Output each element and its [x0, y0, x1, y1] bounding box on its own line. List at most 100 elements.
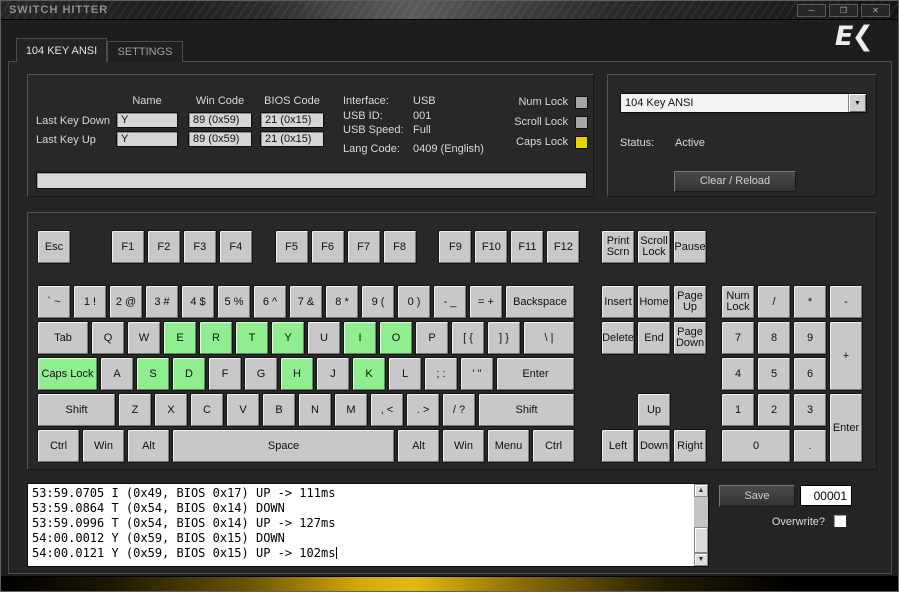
key-numpad-enter[interactable]: Enter — [829, 393, 863, 463]
key-a[interactable]: A — [100, 357, 134, 391]
key-numpad-7[interactable]: 7 — [721, 321, 755, 355]
key-insert[interactable]: Insert — [601, 285, 635, 319]
key-arrow-down[interactable]: Down — [637, 429, 671, 463]
key-numpad-1[interactable]: 1 — [721, 393, 755, 427]
key-j[interactable]: J — [316, 357, 350, 391]
key-n[interactable]: N — [298, 393, 332, 427]
key-f1[interactable]: F1 — [110, 230, 145, 264]
key-0[interactable]: 0 ) — [397, 285, 431, 319]
key-shift-right[interactable]: Shift — [478, 393, 575, 427]
key-9[interactable]: 9 ( — [361, 285, 395, 319]
key-esc[interactable]: Esc — [37, 230, 71, 264]
key-equals[interactable]: = + — [469, 285, 503, 319]
key-numpad-3[interactable]: 3 — [793, 393, 827, 427]
key-numpad-6[interactable]: 6 — [793, 357, 827, 391]
key-comma[interactable]: , < — [370, 393, 404, 427]
log-scrollbar[interactable]: ▲ ▼ — [694, 484, 708, 566]
key-h[interactable]: H — [280, 357, 314, 391]
key-alt-right[interactable]: Alt — [397, 429, 440, 463]
save-counter-input[interactable] — [800, 485, 852, 506]
layout-dropdown-button[interactable]: ▼ — [848, 94, 866, 112]
key-space[interactable]: Space — [172, 429, 395, 463]
save-button[interactable]: Save — [719, 485, 795, 507]
key-caps-lock[interactable]: Caps Lock — [37, 357, 98, 391]
clear-reload-button[interactable]: Clear / Reload — [674, 171, 796, 192]
key-arrow-up[interactable]: Up — [637, 393, 671, 427]
key-f12[interactable]: F12 — [546, 230, 581, 264]
key-numpad-9[interactable]: 9 — [793, 321, 827, 355]
key-ctrl-left[interactable]: Ctrl — [37, 429, 80, 463]
key-f9[interactable]: F9 — [438, 230, 473, 264]
key-minus[interactable]: - _ — [433, 285, 467, 319]
key-alt-left[interactable]: Alt — [127, 429, 170, 463]
key-r[interactable]: R — [199, 321, 233, 355]
scroll-up-button[interactable]: ▲ — [694, 484, 708, 497]
key-end[interactable]: End — [637, 321, 671, 355]
key-z[interactable]: Z — [118, 393, 152, 427]
key-f2[interactable]: F2 — [146, 230, 181, 264]
scroll-down-button[interactable]: ▼ — [694, 553, 708, 566]
key-shift-left[interactable]: Shift — [37, 393, 116, 427]
key-f3[interactable]: F3 — [182, 230, 217, 264]
key-b[interactable]: B — [262, 393, 296, 427]
key-7[interactable]: 7 & — [289, 285, 323, 319]
key-8[interactable]: 8 * — [325, 285, 359, 319]
key-quote[interactable]: ' " — [460, 357, 494, 391]
key-win-right[interactable]: Win — [442, 429, 485, 463]
typing-test-input[interactable] — [36, 172, 587, 189]
key-x[interactable]: X — [154, 393, 188, 427]
key-numpad-2[interactable]: 2 — [757, 393, 791, 427]
key-v[interactable]: V — [226, 393, 260, 427]
key-delete[interactable]: Delete — [601, 321, 635, 355]
key-ctrl-right[interactable]: Ctrl — [532, 429, 575, 463]
tab-settings[interactable]: SETTINGS — [107, 41, 183, 62]
key-arrow-left[interactable]: Left — [601, 429, 635, 463]
key-f8[interactable]: F8 — [382, 230, 417, 264]
key-numpad-numlock[interactable]: Num Lock — [721, 285, 755, 319]
key-5[interactable]: 5 % — [217, 285, 251, 319]
key-u[interactable]: U — [307, 321, 341, 355]
key-f6[interactable]: F6 — [310, 230, 345, 264]
key-f10[interactable]: F10 — [474, 230, 509, 264]
key-backslash[interactable]: \ | — [523, 321, 575, 355]
layout-dropdown[interactable]: 104 Key ANSI ▼ — [620, 93, 867, 113]
key-i[interactable]: I — [343, 321, 377, 355]
key-3[interactable]: 3 # — [145, 285, 179, 319]
titlebar[interactable]: SWITCH HITTER ─ ❐ ✕ — [1, 1, 898, 20]
key-o[interactable]: O — [379, 321, 413, 355]
key-q[interactable]: Q — [91, 321, 125, 355]
key-d[interactable]: D — [172, 357, 206, 391]
key-4[interactable]: 4 $ — [181, 285, 215, 319]
key-scroll-lock[interactable]: Scroll Lock — [637, 230, 671, 264]
key-g[interactable]: G — [244, 357, 278, 391]
key-numpad-4[interactable]: 4 — [721, 357, 755, 391]
key-home[interactable]: Home — [637, 285, 671, 319]
key-numpad-plus[interactable]: + — [829, 321, 863, 391]
key-c[interactable]: C — [190, 393, 224, 427]
tab-104-key-ansi[interactable]: 104 KEY ANSI — [16, 38, 107, 62]
key-f4[interactable]: F4 — [218, 230, 253, 264]
key-numpad-minus[interactable]: - — [829, 285, 863, 319]
key-6[interactable]: 6 ^ — [253, 285, 287, 319]
key-y[interactable]: Y — [271, 321, 305, 355]
scrollbar-thumb[interactable] — [694, 527, 708, 553]
key-e[interactable]: E — [163, 321, 197, 355]
close-button[interactable]: ✕ — [861, 4, 890, 17]
overwrite-checkbox[interactable] — [833, 514, 847, 528]
key-page-down[interactable]: Page Down — [673, 321, 707, 355]
key-f[interactable]: F — [208, 357, 242, 391]
key-numpad-divide[interactable]: / — [757, 285, 791, 319]
key-p[interactable]: P — [415, 321, 449, 355]
key-2[interactable]: 2 @ — [109, 285, 143, 319]
key-f7[interactable]: F7 — [346, 230, 381, 264]
scrollbar-track[interactable] — [694, 497, 708, 553]
key-f5[interactable]: F5 — [274, 230, 309, 264]
key-print-screen[interactable]: Print Scrn — [601, 230, 635, 264]
key-numpad-5[interactable]: 5 — [757, 357, 791, 391]
key-k[interactable]: K — [352, 357, 386, 391]
key-pause[interactable]: Pause — [673, 230, 707, 264]
key-win-left[interactable]: Win — [82, 429, 125, 463]
key-semicolon[interactable]: ; : — [424, 357, 458, 391]
key-l[interactable]: L — [388, 357, 422, 391]
key-backspace[interactable]: Backspace — [505, 285, 575, 319]
